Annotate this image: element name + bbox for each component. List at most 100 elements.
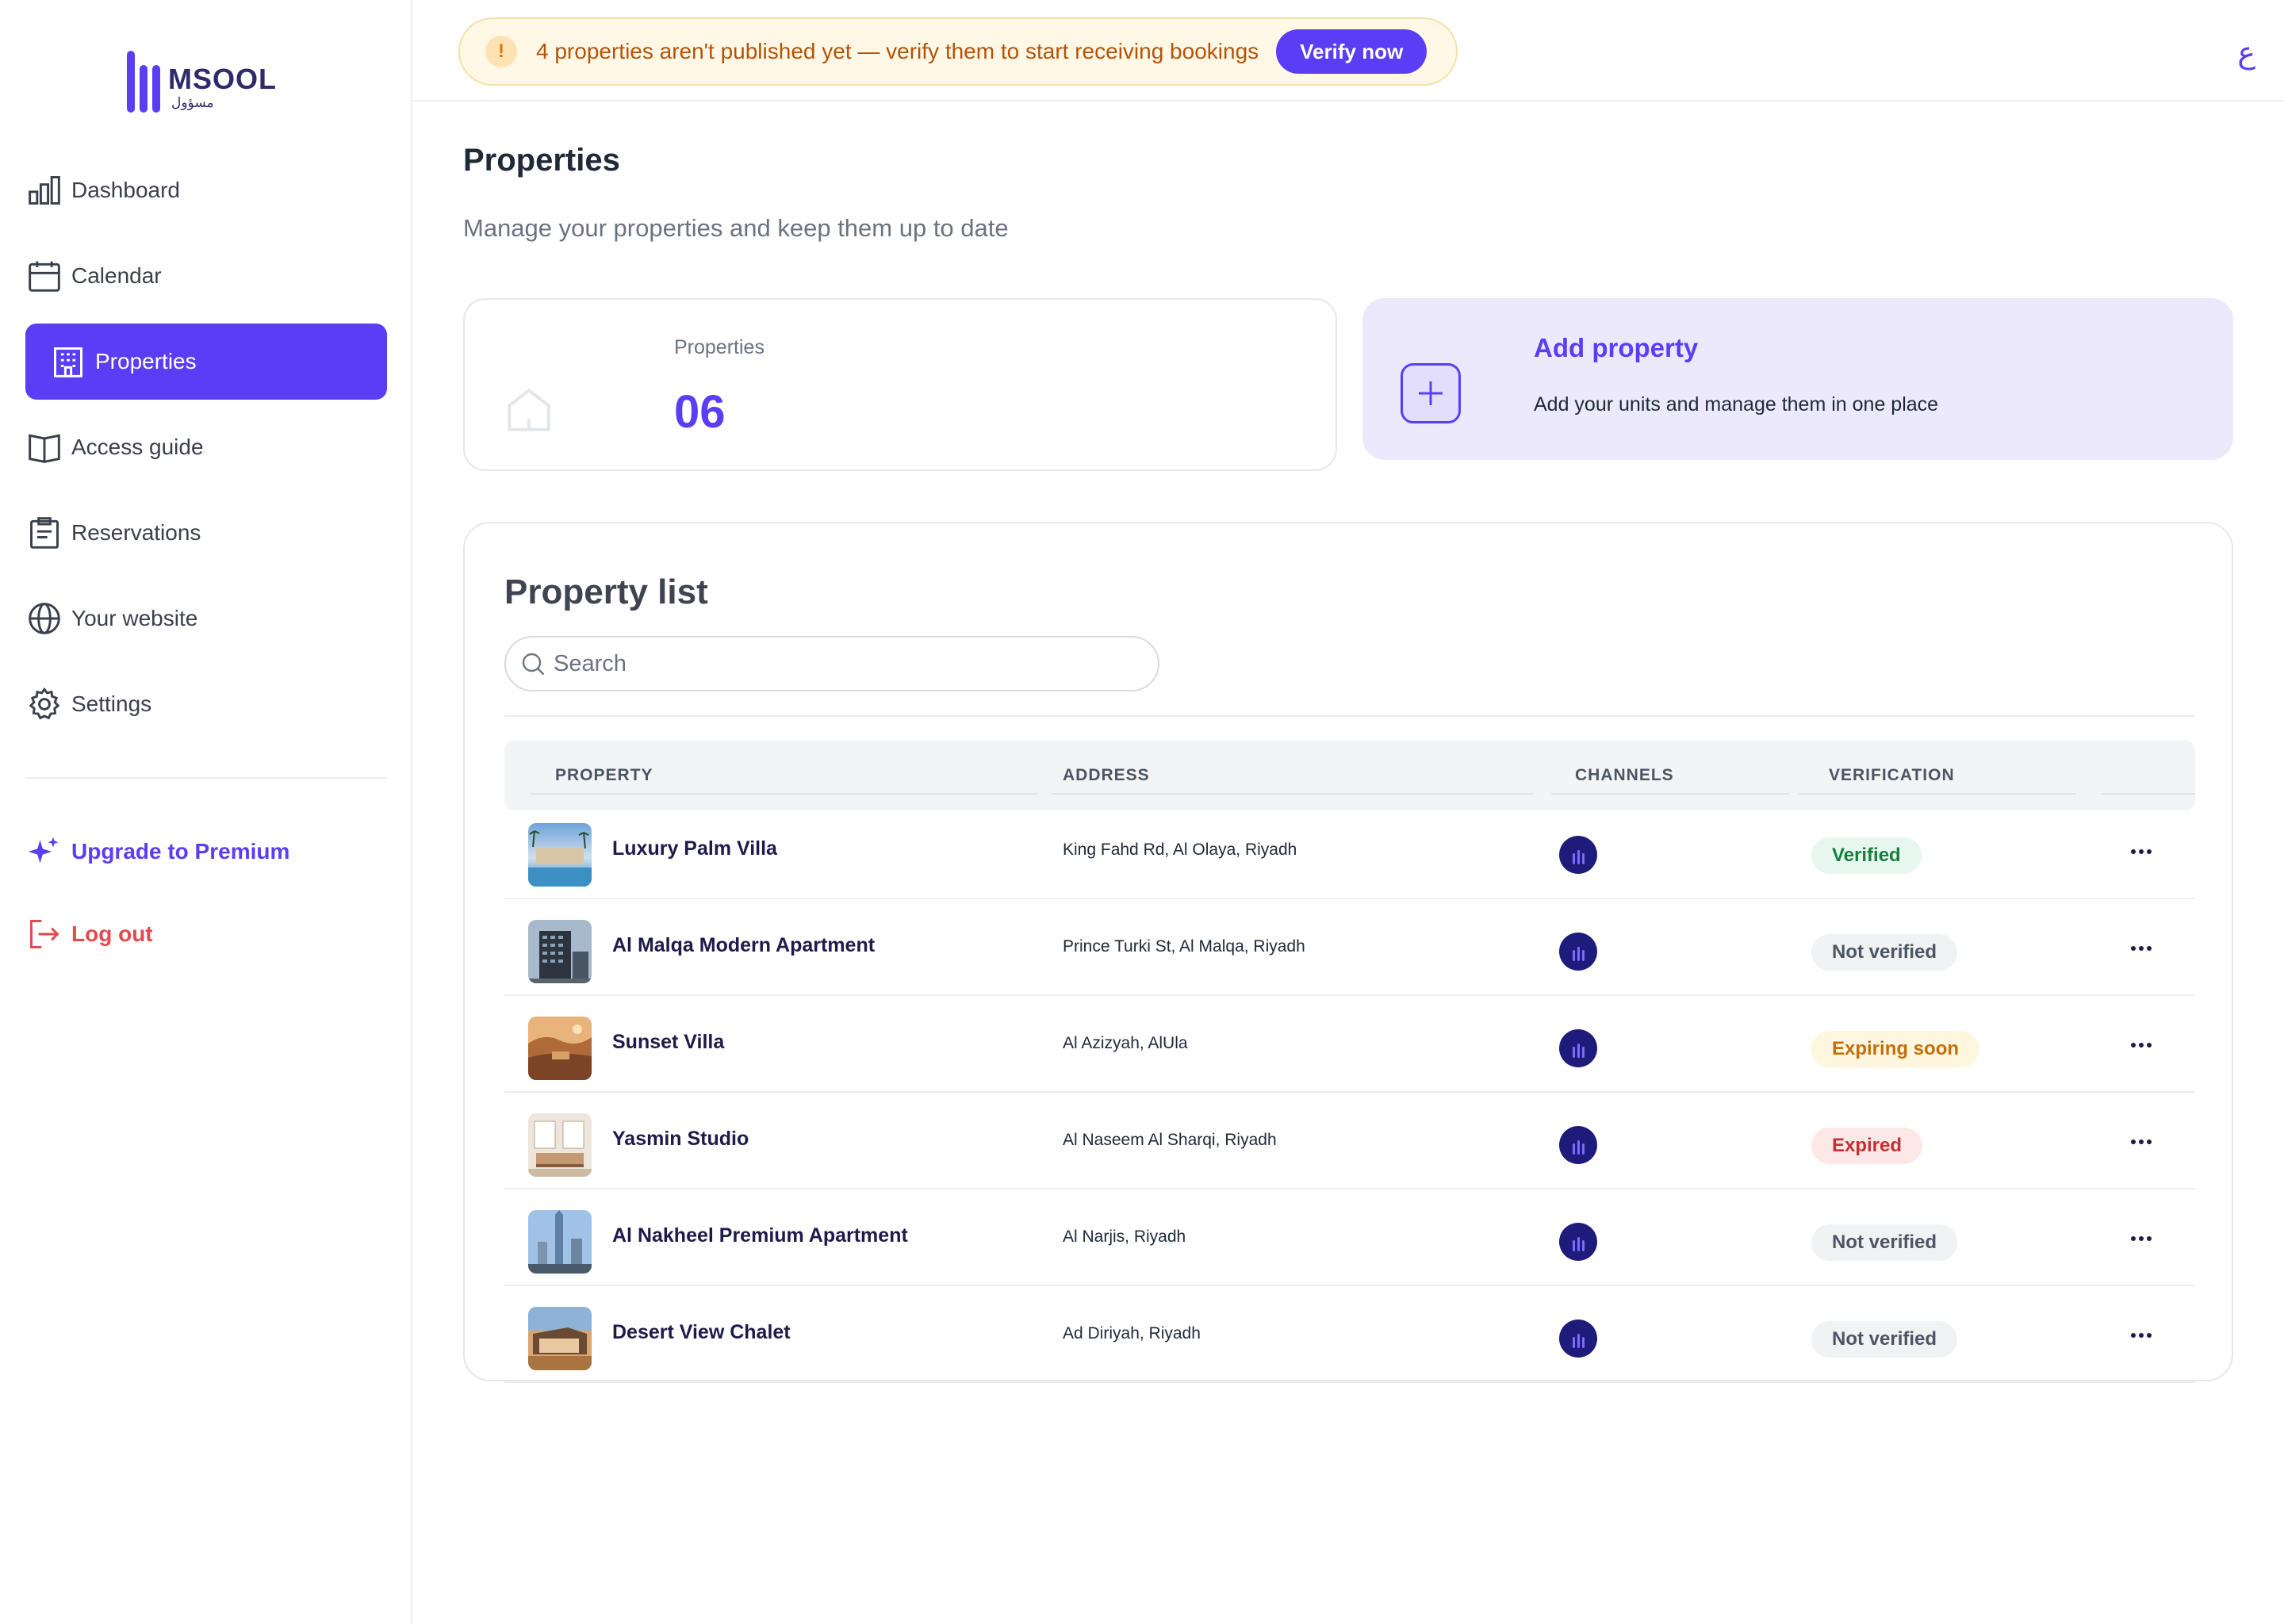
- table-row[interactable]: Sunset Villa Al Azizyah, AlUla Expiring so…: [504, 1004, 2195, 1093]
- warning-icon: !: [485, 36, 517, 67]
- property-name[interactable]: Al Nakheel Premium Apartment: [612, 1224, 908, 1247]
- property-address: Prince Turki St, Al Malqa, Riyadh: [1063, 937, 1305, 956]
- property-address: Al Naseem Al Sharqi, Riyadh: [1063, 1131, 1277, 1149]
- verification-status-badge: Expired: [1811, 1128, 1923, 1164]
- property-thumbnail[interactable]: [528, 1210, 592, 1274]
- column-verification[interactable]: VERIFICATION: [1829, 741, 1955, 810]
- property-thumbnail[interactable]: [528, 1113, 592, 1177]
- page-title: Properties: [463, 143, 620, 178]
- verification-status-badge: Expiring soon: [1811, 1031, 1980, 1067]
- verification-status-badge: Verified: [1811, 837, 1922, 874]
- column-channels[interactable]: CHANNELS: [1575, 741, 1674, 810]
- upgrade-button[interactable]: Upgrade to Premium: [25, 828, 387, 875]
- stat-value: 06: [674, 386, 726, 438]
- table-row[interactable]: Yasmin Studio Al Naseem Al Sharqi, Riyadh…: [504, 1101, 2195, 1189]
- sidebar-item-label: Reservations: [71, 520, 201, 545]
- channel-msool-icon[interactable]: [1559, 1126, 1597, 1164]
- channel-msool-icon[interactable]: [1559, 836, 1597, 874]
- plus-icon: [1401, 363, 1461, 423]
- channel-msool-icon[interactable]: [1559, 1223, 1597, 1261]
- verification-status-badge: Not verified: [1811, 1321, 1958, 1358]
- property-thumbnail[interactable]: [528, 920, 592, 983]
- topbar: ! 4 properties aren't published yet — ve…: [412, 0, 2284, 102]
- header-underline: [530, 793, 1037, 795]
- globe-icon: [25, 599, 63, 638]
- search-icon: [522, 653, 545, 676]
- property-thumbnail[interactable]: [528, 1307, 592, 1370]
- table-row[interactable]: Desert View Chalet Ad Diriyah, Riyadh Not …: [504, 1294, 2195, 1383]
- add-property-subtitle: Add your units and manage them in one pl…: [1534, 393, 1939, 416]
- property-address: Al Azizyah, AlUla: [1063, 1034, 1188, 1052]
- verification-status-badge: Not verified: [1811, 1224, 1958, 1261]
- bar-chart-icon: [25, 171, 63, 209]
- sidebar-item-your-website[interactable]: Your website: [25, 580, 387, 657]
- gear-icon: [25, 685, 63, 723]
- logout-icon: [25, 915, 63, 953]
- brand-subtitle: مسؤول: [171, 95, 214, 110]
- more-options-icon[interactable]: [2119, 834, 2163, 869]
- house-icon: [508, 388, 550, 431]
- property-name[interactable]: Sunset Villa: [612, 1031, 724, 1054]
- property-thumbnail[interactable]: [528, 823, 592, 887]
- property-name[interactable]: Yasmin Studio: [612, 1128, 749, 1151]
- stat-label: Properties: [674, 336, 765, 358]
- verify-now-button[interactable]: Verify now: [1276, 29, 1428, 74]
- search-box[interactable]: [504, 636, 1159, 691]
- sidebar-divider: [25, 777, 387, 779]
- more-options-icon[interactable]: [2119, 1318, 2163, 1353]
- sidebar-item-label: Settings: [71, 691, 152, 716]
- banner-message: 4 properties aren't published yet — veri…: [536, 39, 1259, 63]
- language-toggle[interactable]: ع: [2237, 35, 2255, 71]
- sidebar-item-calendar[interactable]: Calendar: [25, 238, 387, 314]
- brand-name: MSOOL: [168, 63, 277, 95]
- more-options-icon[interactable]: [2119, 1028, 2163, 1063]
- sidebar: MSOOL مسؤول Dashboard Calendar Propertie…: [0, 0, 412, 1624]
- channel-msool-icon[interactable]: [1559, 1320, 1597, 1358]
- logout-button[interactable]: Log out: [25, 910, 387, 958]
- channel-msool-icon[interactable]: [1559, 933, 1597, 971]
- sidebar-item-access-guide[interactable]: Access guide: [25, 409, 387, 485]
- more-options-icon[interactable]: [2119, 1221, 2163, 1256]
- more-options-icon[interactable]: [2119, 1124, 2163, 1159]
- sidebar-item-dashboard[interactable]: Dashboard: [25, 152, 387, 228]
- sidebar-item-label: Your website: [71, 606, 198, 630]
- column-address[interactable]: ADDRESS: [1063, 741, 1150, 810]
- add-property-title: Add property: [1534, 333, 1699, 362]
- list-divider: [504, 715, 2195, 717]
- property-address: Ad Diriyah, Riyadh: [1063, 1324, 1201, 1342]
- search-input[interactable]: [554, 650, 1140, 677]
- sidebar-item-reservations[interactable]: Reservations: [25, 495, 387, 571]
- property-name[interactable]: Al Malqa Modern Apartment: [612, 934, 875, 957]
- header-underline: [1551, 793, 1789, 795]
- logout-label: Log out: [71, 921, 153, 946]
- header-underline: [1052, 793, 1534, 795]
- page-subtitle: Manage your properties and keep them up …: [463, 214, 1009, 242]
- book-icon: [25, 428, 63, 466]
- upgrade-label: Upgrade to Premium: [71, 839, 290, 864]
- property-list-title: Property list: [504, 573, 708, 611]
- column-property[interactable]: PROPERTY: [555, 741, 653, 810]
- property-name[interactable]: Luxury Palm Villa: [612, 837, 777, 860]
- sidebar-item-label: Calendar: [71, 263, 162, 288]
- sidebar-nav: Dashboard Calendar Properties Access gui…: [25, 152, 387, 752]
- add-property-card[interactable]: Add property Add your units and manage t…: [1362, 298, 2233, 460]
- property-address: King Fahd Rd, Al Olaya, Riyadh: [1063, 841, 1297, 859]
- property-thumbnail[interactable]: [528, 1017, 592, 1080]
- property-address: Al Narjis, Riyadh: [1063, 1228, 1186, 1246]
- table-row[interactable]: Luxury Palm Villa King Fahd Rd, Al Olaya,…: [504, 810, 2195, 899]
- property-name[interactable]: Desert View Chalet: [612, 1321, 791, 1344]
- channel-msool-icon[interactable]: [1559, 1029, 1597, 1067]
- brand-logo[interactable]: MSOOL مسؤول: [127, 51, 277, 114]
- table-row[interactable]: Al Malqa Modern Apartment Prince Turki St…: [504, 907, 2195, 996]
- table-row[interactable]: Al Nakheel Premium Apartment Al Narjis, R…: [504, 1197, 2195, 1286]
- more-options-icon[interactable]: [2119, 931, 2163, 966]
- calendar-icon: [25, 257, 63, 295]
- building-icon: [49, 343, 87, 381]
- sidebar-item-label: Access guide: [71, 435, 204, 459]
- sidebar-item-properties[interactable]: Properties: [25, 324, 387, 400]
- sidebar-item-settings[interactable]: Settings: [25, 666, 387, 742]
- sidebar-item-label: Dashboard: [71, 178, 180, 202]
- verification-status-badge: Not verified: [1811, 934, 1958, 971]
- unpublished-banner: ! 4 properties aren't published yet — ve…: [458, 17, 1458, 86]
- sparkle-icon: [25, 833, 63, 871]
